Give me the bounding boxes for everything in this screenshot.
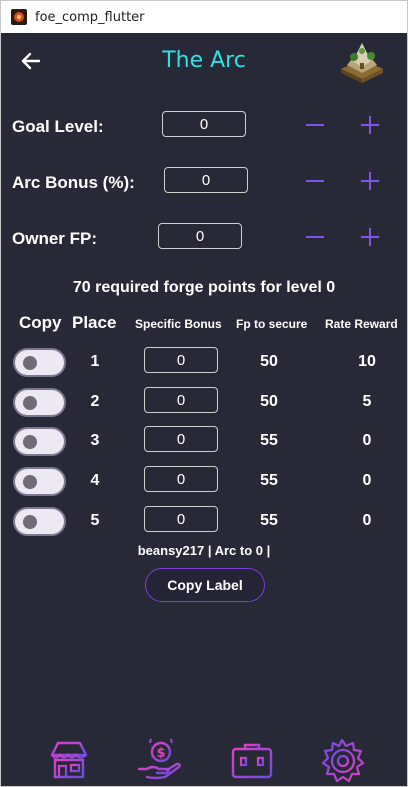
arc-bonus-row: Arc Bonus (%): [1,164,407,204]
app-window: foe_comp_flutter The Arc Goal Level: 0 A… [0,0,408,787]
specific-bonus-input[interactable] [144,466,218,492]
goal-level-label: Goal Level: [12,117,104,136]
svg-text:$: $ [156,746,165,761]
rate-reward-cell: 0 [362,432,372,449]
fp-to-secure-cell: 50 [260,393,278,410]
specific-bonus-input[interactable] [144,387,218,413]
copy-toggle[interactable] [13,507,66,536]
copy-toggle[interactable] [13,467,66,496]
header-fp-to-secure: Fp to secure [236,317,308,331]
copy-toggle[interactable] [13,348,66,377]
arc-bonus-input[interactable] [164,167,248,193]
rate-reward-cell: 5 [362,393,372,410]
place-cell: 5 [90,512,100,529]
great-building-logo [341,43,383,83]
toggle-knob [23,515,37,529]
toggle-knob [23,435,37,449]
header-rate-reward: Rate Reward [325,317,398,331]
table-row: 5 55 0 [1,504,407,538]
bottom-nav: $ [1,733,407,786]
toggle-knob [23,475,37,489]
rate-reward-cell: 10 [358,353,376,370]
table-row: 3 55 0 [1,424,407,458]
arc-bonus-label: Arc Bonus (%): [12,173,135,192]
specific-bonus-input[interactable] [144,506,218,532]
generated-label-text: beansy217 | Arc to 0 | [137,543,271,558]
owner-fp-minus-icon[interactable] [302,224,328,250]
rate-reward-cell: 0 [362,472,372,489]
window-titlebar: foe_comp_flutter [1,1,407,33]
owner-fp-input[interactable] [158,223,242,249]
arc-bonus-minus-icon[interactable] [302,168,328,194]
settings-gear-icon[interactable] [319,737,365,783]
goal-level-plus-icon[interactable] [357,112,383,138]
table-row: 2 50 5 [1,385,407,419]
specific-bonus-input[interactable] [144,347,218,373]
header-specific-bonus: Specific Bonus [135,317,222,331]
fp-to-secure-cell: 50 [260,353,278,370]
fp-to-secure-cell: 55 [260,512,278,529]
header-place: Place [72,313,117,332]
toggle-knob [23,356,37,370]
toggle-knob [23,396,37,410]
place-cell: 3 [90,432,100,449]
owner-fp-row: Owner FP: [1,220,407,260]
copy-toggle[interactable] [13,388,66,417]
place-cell: 2 [90,393,100,410]
money-hand-icon[interactable]: $ [137,737,183,783]
fp-to-secure-cell: 55 [260,432,278,449]
copy-toggle[interactable] [13,427,66,456]
table-row: 4 55 0 [1,464,407,498]
header-copy: Copy [19,313,62,332]
rate-reward-cell: 0 [362,512,372,529]
place-cell: 1 [90,353,100,370]
table-row: 1 50 10 [1,345,407,379]
goal-level-minus-icon[interactable] [302,112,328,138]
window-title: foe_comp_flutter [35,9,145,25]
owner-fp-plus-icon[interactable] [357,224,383,250]
app-bar: The Arc [1,33,407,89]
goal-level-input[interactable] [162,111,246,137]
place-cell: 4 [90,472,100,489]
town-hall-icon[interactable] [46,737,92,783]
required-fp-summary: 70 required forge points for level 0 [72,279,336,296]
toolbox-icon[interactable] [229,737,275,783]
copy-label-button[interactable]: Copy Label [145,568,265,602]
specific-bonus-input[interactable] [144,426,218,452]
goal-level-row: Goal Level: [1,108,407,148]
owner-fp-label: Owner FP: [12,229,98,248]
app-screen: The Arc Goal Level: Arc Bonus (%): [1,33,407,786]
fp-to-secure-cell: 55 [260,472,278,489]
app-icon [11,9,27,25]
arc-bonus-plus-icon[interactable] [357,168,383,194]
